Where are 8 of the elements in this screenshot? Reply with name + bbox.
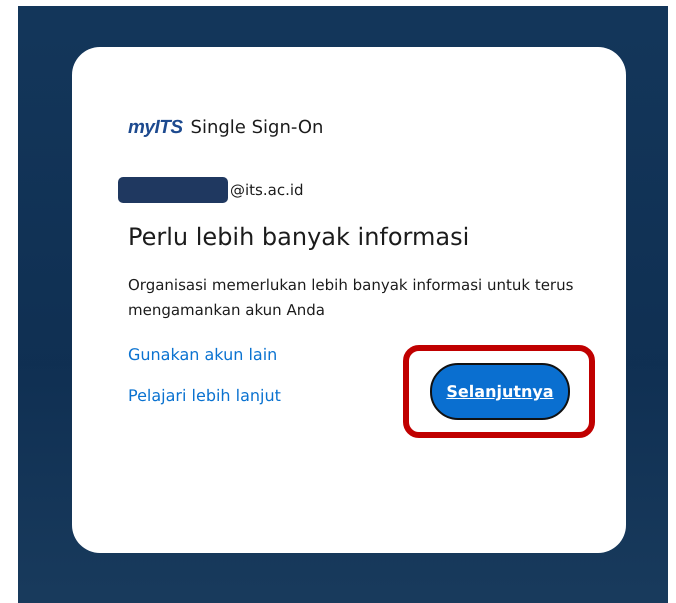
- text-link[interactable]: Gunakan akun lain: [128, 345, 281, 364]
- account-email: @its.ac.id: [230, 181, 304, 199]
- logo-brand: myITS: [128, 117, 183, 139]
- page-heading: Perlu lebih banyak informasi: [128, 223, 470, 251]
- description-text: Organisasi memerlukan lebih banyak informasi untuk terus mengamankan akun Anda: [128, 275, 574, 321]
- text-link[interactable]: Pelajari lebih lanjut: [128, 386, 281, 405]
- logo-title: Single Sign-On: [190, 117, 324, 138]
- next-button[interactable]: Selanjutnya: [430, 363, 570, 420]
